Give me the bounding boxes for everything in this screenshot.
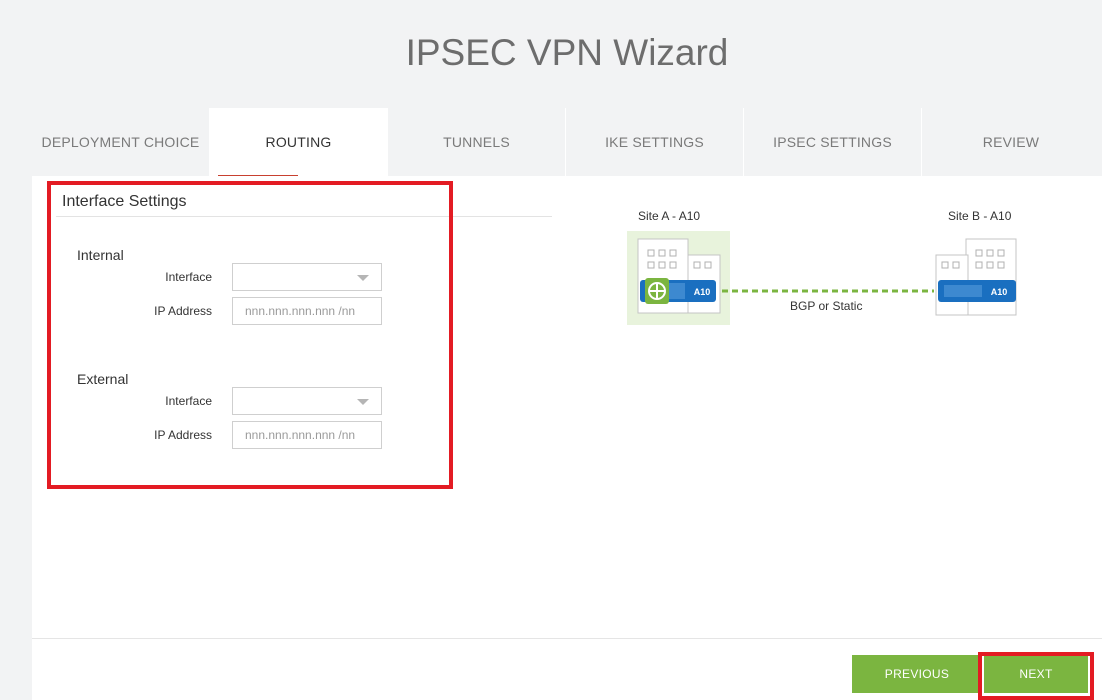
chevron-down-icon: [357, 275, 369, 281]
external-group-label: External: [77, 371, 129, 387]
wizard-tabs: DEPLOYMENT CHOICE ROUTING TUNNELS IKE SE…: [32, 108, 1102, 178]
site-b-building-icon: A10: [935, 238, 1017, 316]
external-interface-label: Interface: [165, 394, 212, 408]
footer-divider: [32, 638, 1102, 639]
site-a-label: Site A - A10: [638, 209, 701, 223]
internal-interface-label: Interface: [165, 270, 212, 284]
connection-type-label: BGP or Static: [790, 299, 863, 313]
site-a-device-logo: A10: [694, 287, 711, 297]
internal-group-label: Internal: [77, 247, 124, 263]
site-b-label: Site B - A10: [948, 209, 1012, 223]
site-b-device-logo: A10: [991, 287, 1008, 297]
tab-ike-settings[interactable]: IKE SETTINGS: [566, 108, 744, 176]
previous-button[interactable]: PREVIOUS: [852, 655, 982, 693]
interface-settings-title: Interface Settings: [62, 193, 187, 210]
next-button[interactable]: NEXT: [984, 655, 1088, 693]
tab-review[interactable]: REVIEW: [922, 108, 1100, 176]
external-ip-input[interactable]: [232, 421, 382, 449]
tab-ipsec-settings[interactable]: IPSEC SETTINGS: [744, 108, 922, 176]
external-ip-label: IP Address: [154, 428, 212, 442]
internal-ip-label: IP Address: [154, 304, 212, 318]
internal-ip-input[interactable]: [232, 297, 382, 325]
tab-routing[interactable]: ROUTING: [210, 108, 388, 178]
internal-interface-select[interactable]: [232, 263, 382, 291]
external-interface-select[interactable]: [232, 387, 382, 415]
tab-deployment-choice[interactable]: DEPLOYMENT CHOICE: [32, 108, 210, 176]
chevron-down-icon: [357, 399, 369, 405]
site-a-building-icon: A10: [627, 231, 730, 325]
tab-tunnels[interactable]: TUNNELS: [388, 108, 566, 176]
wizard-title: IPSEC VPN Wizard: [405, 32, 729, 73]
section-divider: [56, 216, 552, 217]
